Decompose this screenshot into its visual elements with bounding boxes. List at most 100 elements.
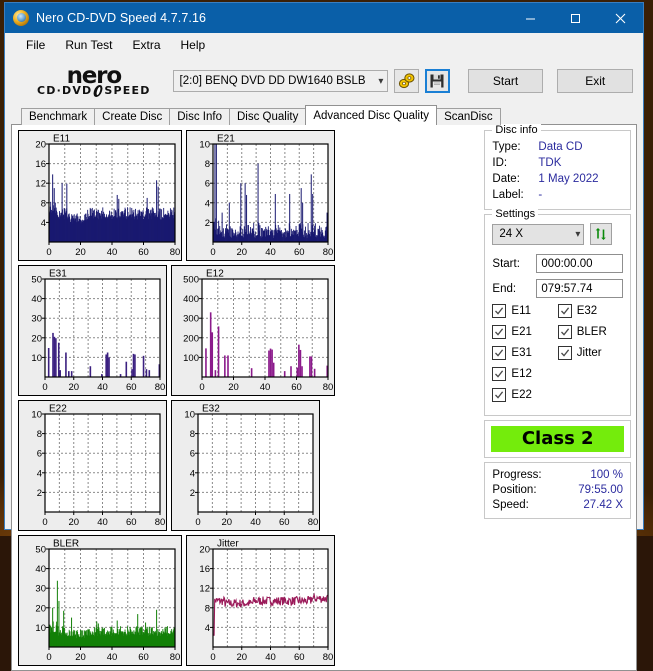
stat-position: Position: 79:55.00 (492, 483, 623, 498)
disc-info-row-date: Date: 1 May 2022 (492, 171, 623, 187)
settings-title: Settings (492, 208, 538, 220)
svg-text:10: 10 (184, 410, 195, 421)
tab-content-advanced-disc-quality: 02040608048121620E11 020406080246810E21 … (11, 124, 637, 671)
svg-text:60: 60 (138, 247, 149, 258)
svg-text:80: 80 (323, 247, 334, 258)
checkbox-e11[interactable]: E11 (492, 304, 557, 318)
checkbox-label-jitter: Jitter (577, 347, 602, 359)
svg-text:80: 80 (170, 652, 181, 663)
menu-help[interactable]: Help (172, 35, 215, 55)
svg-text:40: 40 (97, 517, 108, 528)
svg-text:8: 8 (41, 198, 46, 209)
maximize-button[interactable] (553, 3, 598, 33)
minimize-button[interactable] (508, 3, 553, 33)
exit-button[interactable]: Exit (557, 69, 633, 93)
svg-text:BLER: BLER (53, 539, 79, 550)
svg-text:4: 4 (190, 468, 195, 479)
tab-disc-quality[interactable]: Disc Quality (229, 108, 306, 125)
drive-select[interactable]: [2:0] BENQ DVD DD DW1640 BSLB ▾ (173, 70, 389, 92)
save-floppy-icon (430, 74, 444, 88)
svg-text:2: 2 (190, 488, 195, 499)
menu-file[interactable]: File (17, 35, 54, 55)
svg-text:E11: E11 (53, 134, 70, 145)
disc-info-row-type: Type: Data CD (492, 139, 623, 155)
svg-text:20: 20 (221, 517, 232, 528)
svg-text:40: 40 (265, 247, 276, 258)
refresh-arrows-icon (594, 227, 608, 241)
check-icon (492, 388, 506, 402)
checkbox-e22[interactable]: E22 (492, 388, 557, 402)
end-field-row: End: 079:57.74 (492, 279, 623, 298)
stat-progress: Progress: 100 % (492, 468, 623, 483)
chart-svg-e31: 0204060801020304050E31 (19, 266, 166, 395)
svg-text:20: 20 (236, 247, 247, 258)
svg-text:60: 60 (138, 652, 149, 663)
checkbox-e31[interactable]: E31 (492, 346, 557, 360)
end-input[interactable]: 079:57.74 (536, 279, 623, 298)
svg-text:80: 80 (308, 517, 319, 528)
menu-bar: File Run Test Extra Help (5, 33, 643, 57)
disc-info-value-id: TDK (538, 155, 561, 171)
svg-text:80: 80 (155, 517, 166, 528)
disc-tool-button[interactable] (394, 69, 419, 93)
tab-create-disc[interactable]: Create Disc (94, 108, 170, 125)
start-button[interactable]: Start (468, 69, 544, 93)
svg-text:E12: E12 (206, 269, 224, 280)
speed-select[interactable]: 24 X ▾ (492, 224, 584, 245)
svg-text:0: 0 (46, 652, 51, 663)
svg-text:300: 300 (183, 314, 199, 325)
svg-text:40: 40 (97, 382, 108, 393)
svg-text:60: 60 (291, 382, 302, 393)
tab-benchmark[interactable]: Benchmark (21, 108, 95, 125)
checkbox-spacer (558, 367, 623, 381)
check-icon (492, 367, 506, 381)
toolbar: nero CD·DVD SPEED [2:0] BENQ DVD DD DW16… (5, 57, 643, 105)
tab-advanced-disc-quality[interactable]: Advanced Disc Quality (305, 105, 437, 125)
tab-disc-info[interactable]: Disc Info (169, 108, 230, 125)
svg-text:20: 20 (75, 247, 86, 258)
check-icon (492, 346, 506, 360)
stat-key-position: Position: (492, 483, 578, 498)
svg-text:20: 20 (236, 652, 247, 663)
svg-text:40: 40 (107, 247, 118, 258)
tab-scandisc[interactable]: ScanDisc (436, 108, 501, 125)
svg-text:E32: E32 (202, 404, 220, 415)
nero-disc-slash-icon (93, 85, 104, 97)
stat-key-progress: Progress: (492, 468, 590, 483)
disc-info-value-label: - (538, 187, 542, 203)
svg-text:6: 6 (37, 449, 42, 460)
menu-run-test[interactable]: Run Test (56, 35, 121, 55)
checkbox-e32[interactable]: E32 (558, 304, 623, 318)
svg-text:Jitter: Jitter (217, 539, 239, 550)
start-label: Start: (492, 258, 536, 270)
chart-svg-bler: 0204060801020304050BLER (19, 536, 181, 665)
svg-text:E21: E21 (217, 134, 235, 145)
stat-speed: Speed: 27.42 X (492, 498, 623, 513)
svg-text:E22: E22 (49, 404, 67, 415)
checkbox-jitter[interactable]: Jitter (558, 346, 623, 360)
check-icon (558, 304, 572, 318)
svg-text:20: 20 (75, 652, 86, 663)
svg-text:8: 8 (205, 603, 210, 614)
nero-app-icon (13, 10, 29, 26)
side-panel: Disc info Type: Data CD ID: TDK Date: 1 … (482, 125, 636, 670)
start-input[interactable]: 000:00.00 (536, 254, 623, 273)
svg-text:E31: E31 (49, 269, 67, 280)
chart-svg-e22: 020406080246810E22 (19, 401, 166, 530)
checkbox-e21[interactable]: E21 (492, 325, 557, 339)
close-button[interactable] (598, 3, 643, 33)
checkbox-bler[interactable]: BLER (558, 325, 623, 339)
refresh-button[interactable] (590, 223, 612, 245)
svg-text:0: 0 (42, 382, 47, 393)
svg-text:20: 20 (68, 517, 79, 528)
checkbox-e12[interactable]: E12 (492, 367, 557, 381)
svg-text:2: 2 (205, 218, 210, 229)
svg-text:8: 8 (205, 159, 210, 170)
disc-tool-icon (398, 73, 415, 89)
save-button[interactable] (425, 69, 450, 93)
disc-info-value-type: Data CD (538, 139, 582, 155)
svg-text:100: 100 (183, 353, 199, 364)
svg-text:8: 8 (37, 429, 42, 440)
disc-info-row-label: Label: - (492, 187, 623, 203)
menu-extra[interactable]: Extra (123, 35, 169, 55)
